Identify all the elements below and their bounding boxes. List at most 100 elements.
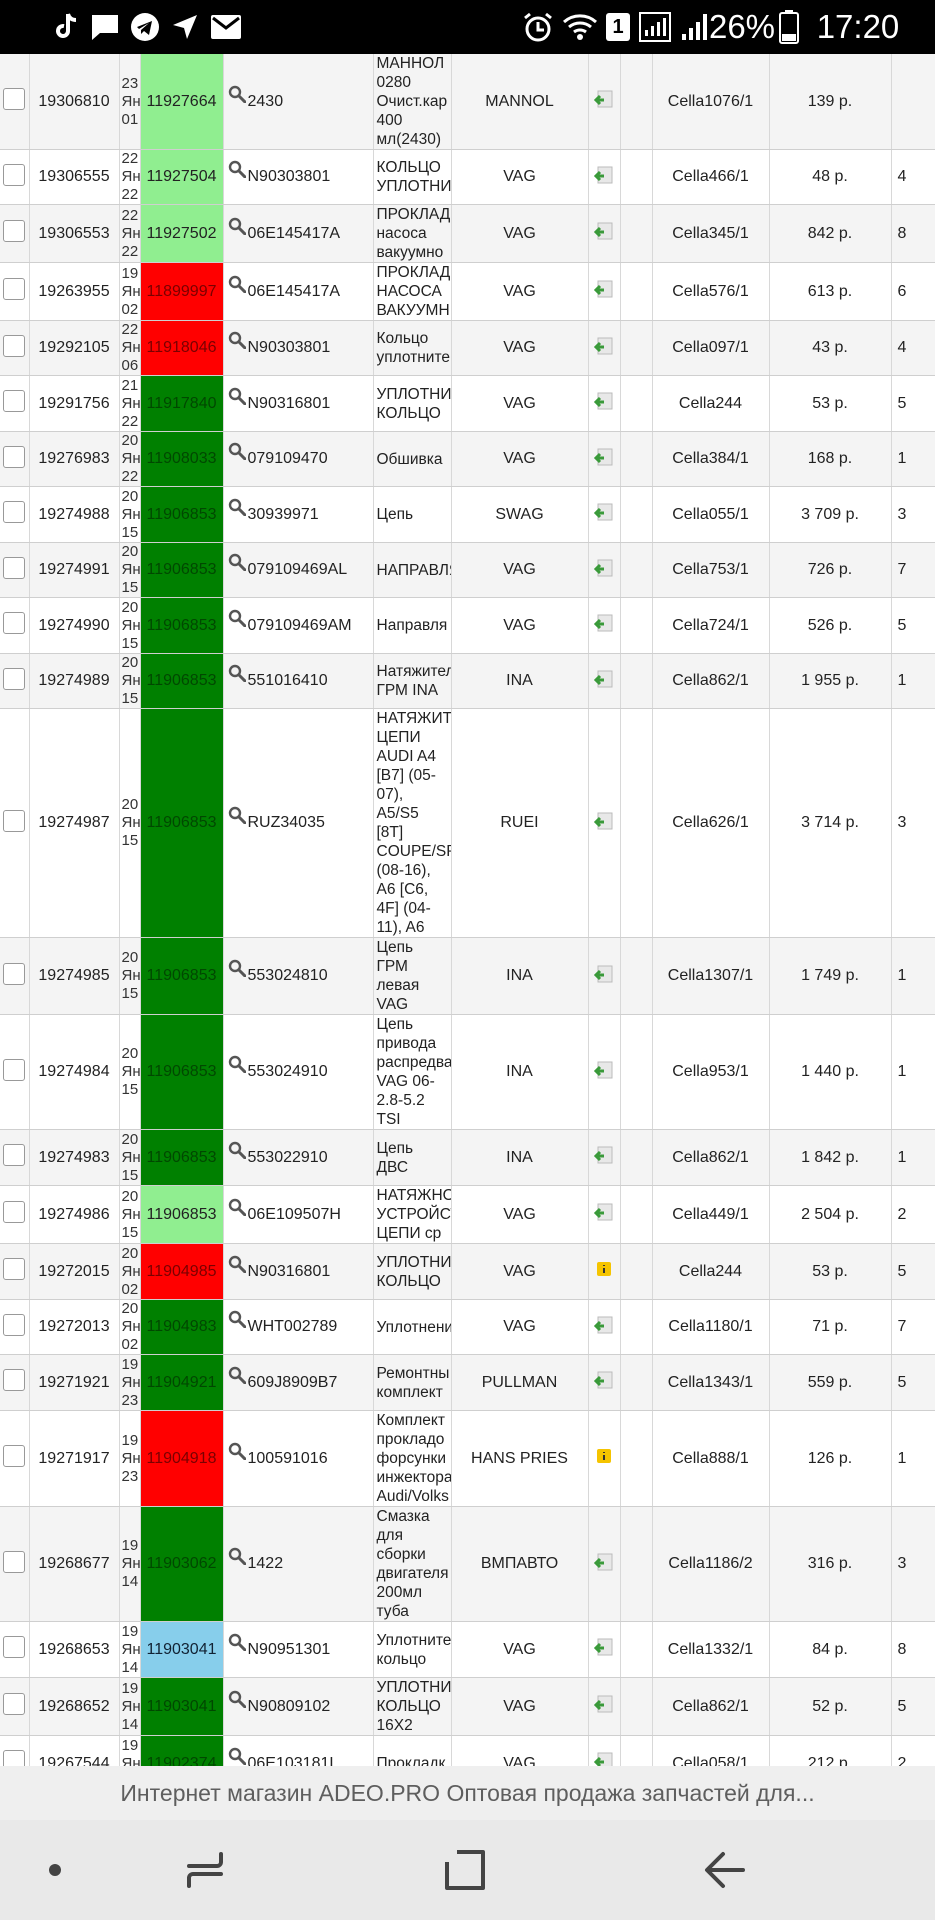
row-checkbox[interactable] xyxy=(3,809,26,832)
row-checkbox[interactable] xyxy=(3,163,26,186)
search-icon[interactable] xyxy=(228,553,248,576)
arrow-icon[interactable] xyxy=(593,1695,614,1717)
row-checkbox-cell[interactable] xyxy=(0,1354,30,1411)
row-checkbox-cell[interactable] xyxy=(0,1299,30,1355)
article-cell[interactable]: 1422 xyxy=(223,1506,374,1622)
article-number[interactable]: 553022910 xyxy=(248,1149,328,1166)
arrow-icon[interactable] xyxy=(593,965,614,987)
item-code[interactable]: 11904985 xyxy=(140,1243,224,1300)
action-cell[interactable] xyxy=(620,1243,653,1300)
action-cell[interactable] xyxy=(620,597,653,654)
table-row[interactable]: 19274991 20 Ян 15 11906853 079109469AL НАПРА… xyxy=(0,542,935,598)
search-icon[interactable] xyxy=(228,217,248,240)
arrow-icon[interactable] xyxy=(593,280,614,302)
row-checkbox-cell[interactable] xyxy=(0,204,30,263)
article-number[interactable]: 06E109507H xyxy=(248,1206,341,1223)
search-icon[interactable] xyxy=(228,1747,248,1767)
action-cell[interactable] xyxy=(620,1299,653,1355)
article-number[interactable]: 551016410 xyxy=(248,672,328,689)
item-code[interactable]: 11902374 xyxy=(140,1735,224,1766)
item-code[interactable]: 11904921 xyxy=(140,1354,224,1411)
arrow-icon[interactable] xyxy=(593,90,614,112)
search-icon[interactable] xyxy=(228,959,248,982)
article-number[interactable]: 079109469AM xyxy=(248,617,352,634)
table-row[interactable]: 1926754419 Ян 1311902374 06E103181L Прокла… xyxy=(0,1735,935,1767)
info-icon[interactable] xyxy=(596,1262,612,1281)
article-cell[interactable]: 553024910 xyxy=(223,1014,374,1130)
row-checkbox[interactable] xyxy=(3,1313,26,1336)
arrow-icon[interactable] xyxy=(593,670,614,692)
article-number[interactable]: 2430 xyxy=(248,93,284,110)
row-checkbox[interactable] xyxy=(3,1750,26,1766)
search-icon[interactable] xyxy=(228,275,248,298)
article-cell[interactable]: N90316801 xyxy=(223,1243,374,1300)
article-number[interactable]: 06E145417A xyxy=(248,283,341,300)
article-cell[interactable]: 079109469AM xyxy=(223,597,374,654)
article-cell[interactable]: 06E103181L xyxy=(223,1735,374,1767)
article-cell[interactable]: 06E109507H xyxy=(223,1185,374,1244)
row-checkbox[interactable] xyxy=(3,1258,26,1280)
table-row[interactable]: 19274984 20 Ян 15 11906853 553024910 Цепь пр… xyxy=(0,1014,935,1130)
article-cell[interactable]: 2430 xyxy=(223,54,374,150)
article-cell[interactable]: 553024810 xyxy=(223,937,374,1015)
article-number[interactable]: 609J8909B7 xyxy=(248,1374,338,1391)
item-code[interactable]: 11917840 xyxy=(140,375,224,432)
arrow-icon[interactable] xyxy=(593,392,614,414)
search-icon[interactable] xyxy=(228,1255,248,1278)
article-number[interactable]: 06E145417A xyxy=(248,225,341,242)
item-code[interactable]: 11927504 xyxy=(140,149,224,205)
action-cell[interactable] xyxy=(620,1185,653,1244)
article-number[interactable]: 079109469AL xyxy=(248,561,348,578)
row-checkbox-cell[interactable] xyxy=(0,1621,30,1678)
search-icon[interactable] xyxy=(228,331,248,354)
info-icon[interactable] xyxy=(596,1449,612,1468)
row-checkbox-cell[interactable] xyxy=(0,1506,30,1622)
article-number[interactable]: N90303801 xyxy=(248,168,331,185)
row-checkbox[interactable] xyxy=(3,390,26,412)
row-checkbox[interactable] xyxy=(3,1693,26,1715)
row-checkbox[interactable] xyxy=(3,1058,26,1081)
article-number[interactable]: WHT002789 xyxy=(248,1318,338,1335)
orders-table-container[interactable]: 19306810 23 Ян 01 11927664 2430 МАННОЛ 0280 … xyxy=(0,54,935,1766)
arrow-icon[interactable] xyxy=(593,1203,614,1225)
item-code[interactable]: 11927664 xyxy=(140,54,224,150)
search-icon[interactable] xyxy=(228,1690,248,1713)
action-cell[interactable] xyxy=(620,262,653,321)
search-icon[interactable] xyxy=(228,1366,248,1389)
arrow-icon[interactable] xyxy=(593,1638,614,1660)
search-icon[interactable] xyxy=(228,1442,248,1465)
table-row[interactable]: 19306553 22 Ян 22 11927502 06E145417A ПРОКЛА… xyxy=(0,204,935,263)
article-number[interactable]: 553024810 xyxy=(248,967,328,984)
search-icon[interactable] xyxy=(228,1547,248,1570)
recent-apps-icon[interactable] xyxy=(170,1820,240,1920)
arrow-icon[interactable] xyxy=(593,1061,614,1083)
row-checkbox-cell[interactable] xyxy=(0,375,30,432)
search-icon[interactable] xyxy=(228,160,248,183)
table-row[interactable]: 19268677 19 Ян 14 11903062 1422 Смазка для с… xyxy=(0,1506,935,1622)
table-row[interactable]: 19306555 22 Ян 22 11927504 N90303801 КОЛЬЦО … xyxy=(0,149,935,205)
search-icon[interactable] xyxy=(228,85,248,108)
search-icon[interactable] xyxy=(228,806,248,829)
table-row[interactable]: 19274988 20 Ян 15 11906853 30939971 Цепь SWAG… xyxy=(0,486,935,543)
article-cell[interactable]: 06E145417A xyxy=(223,262,374,321)
row-checkbox-cell[interactable] xyxy=(0,1129,30,1186)
action-cell[interactable] xyxy=(620,1129,653,1186)
table-row[interactable]: 19272015 20 Ян 02 11904985 N90316801 УПЛОТНИ… xyxy=(0,1243,935,1300)
action-cell[interactable] xyxy=(620,1735,653,1766)
arrow-icon[interactable] xyxy=(593,1553,614,1575)
arrow-icon[interactable] xyxy=(593,1752,614,1766)
article-number[interactable]: N90316801 xyxy=(248,395,331,412)
search-icon[interactable] xyxy=(228,1633,248,1656)
article-cell[interactable]: 553022910 xyxy=(223,1129,374,1186)
article-number[interactable]: 553024910 xyxy=(248,1063,328,1080)
item-code[interactable]: 11906853 xyxy=(140,1014,224,1130)
row-checkbox-cell[interactable] xyxy=(0,54,30,150)
dot-icon[interactable] xyxy=(30,1820,80,1920)
article-number[interactable]: 30939971 xyxy=(248,506,319,523)
item-code[interactable]: 11927502 xyxy=(140,204,224,263)
item-code[interactable]: 11918046 xyxy=(140,320,224,376)
back-icon[interactable] xyxy=(690,1820,760,1920)
table-row[interactable]: 19274989 20 Ян 15 11906853 551016410 Натяжит… xyxy=(0,653,935,709)
arrow-icon[interactable] xyxy=(593,448,614,470)
row-checkbox[interactable] xyxy=(3,1144,26,1166)
